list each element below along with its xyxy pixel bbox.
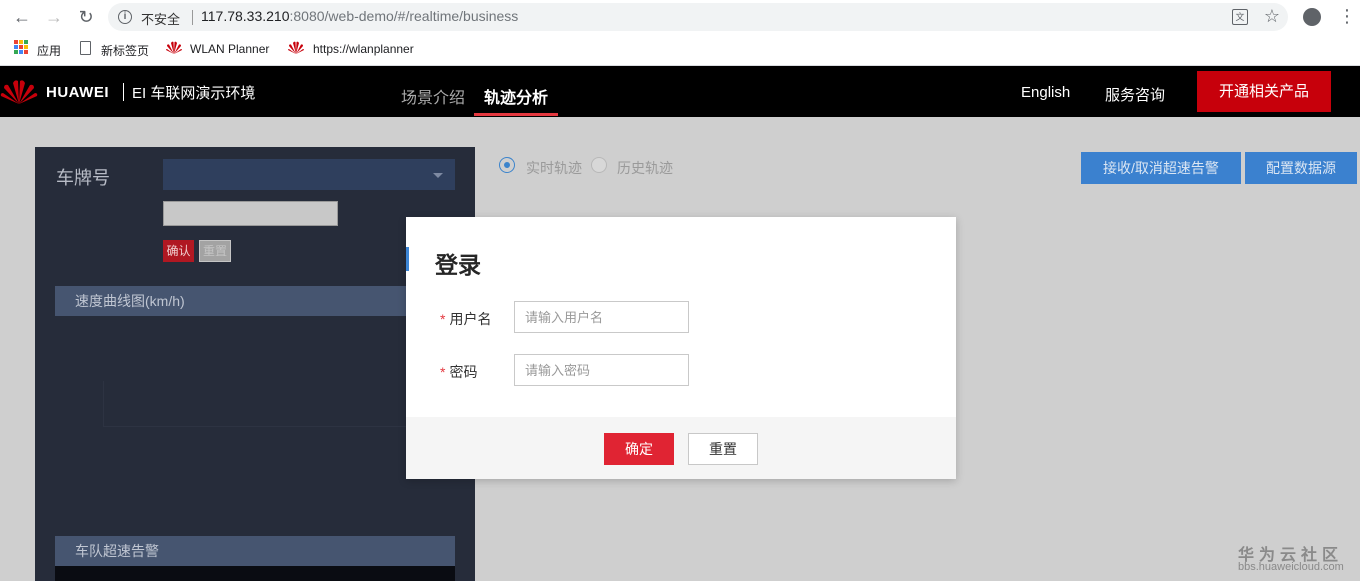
bookmark-wlanplanner-url[interactable]: https://wlanplanner	[313, 42, 414, 56]
reload-icon[interactable]: ↻	[74, 5, 98, 29]
url-path: :8080/web-demo/#/realtime/business	[289, 8, 519, 24]
history-radio[interactable]	[591, 157, 607, 173]
username-input[interactable]	[514, 301, 689, 333]
login-modal: 登录 *用户名 *密码 确定 重置	[406, 217, 956, 479]
forward-arrow-icon[interactable]: →	[42, 5, 66, 29]
bookmark-wlan-planner[interactable]: WLAN Planner	[190, 42, 269, 56]
huawei-logo-icon	[0, 80, 38, 104]
huawei-favicon-icon	[166, 41, 182, 54]
nav-track-analysis[interactable]: 轨迹分析	[484, 84, 548, 108]
nav-scene-intro[interactable]: 场景介绍	[401, 84, 465, 108]
toggle-speed-alarm-button[interactable]: 接收/取消超速告警	[1081, 152, 1241, 184]
required-asterisk: *	[440, 364, 446, 380]
history-label: 历史轨迹	[617, 160, 673, 176]
brand-divider	[123, 83, 124, 101]
active-tab-underline	[474, 113, 558, 116]
browser-menu-icon[interactable]: ⋮	[1338, 5, 1356, 27]
plate-confirm-button[interactable]: 确认	[163, 240, 194, 262]
english-link[interactable]: English	[1021, 84, 1070, 101]
required-asterisk: *	[440, 311, 446, 327]
translate-icon[interactable]: 文	[1232, 9, 1248, 25]
apps-grid-icon[interactable]	[14, 40, 28, 54]
plate-reset-button[interactable]: 重置	[199, 240, 231, 262]
huawei-favicon-icon	[288, 41, 304, 54]
new-tab-page-icon	[80, 41, 91, 55]
modal-accent-bar	[406, 247, 409, 271]
fleet-alarm-list	[55, 566, 455, 581]
bookmark-new-tab[interactable]: 新标签页	[101, 42, 149, 59]
username-label: * 用户名	[440, 309, 491, 329]
app-header: HUAWEI EI 车联网演示环境 场景介绍 轨迹分析 English 服务咨询…	[0, 66, 1360, 117]
bookmark-star-icon[interactable]: ☆	[1264, 6, 1280, 27]
url-host: 117.78.33.210	[201, 8, 290, 24]
realtime-radio[interactable]	[499, 157, 515, 173]
plate-number-label: 车牌号	[56, 168, 110, 188]
plate-number-input[interactable]	[163, 201, 338, 226]
modal-title: 登录	[435, 252, 481, 278]
chevron-down-icon	[433, 173, 443, 178]
insecure-label: 不安全	[141, 12, 181, 27]
speed-chart-area	[103, 381, 413, 427]
fleet-alarm-header: 车队超速告警	[55, 536, 455, 566]
bookmark-apps[interactable]: 应用	[37, 42, 61, 59]
address-separator	[192, 10, 193, 25]
brand-name: HUAWEI	[46, 84, 109, 101]
password-label-text: 密码	[449, 364, 478, 380]
back-arrow-icon[interactable]: ←	[10, 5, 34, 29]
watermark-url: bbs.huaweicloud.com	[1238, 561, 1344, 573]
address-bar[interactable]: i 不安全 117.78.33.210:8080/web-demo/#/real…	[108, 3, 1288, 31]
speed-chart-header: 速度曲线图(km/h)	[55, 286, 455, 316]
profile-avatar-icon[interactable]	[1303, 8, 1321, 26]
info-icon[interactable]: i	[118, 10, 132, 24]
plate-number-select[interactable]	[163, 159, 455, 190]
config-data-source-button[interactable]: 配置数据源	[1245, 152, 1357, 184]
password-label: * 密码	[440, 362, 477, 382]
open-products-button[interactable]: 开通相关产品	[1197, 71, 1331, 112]
consult-link[interactable]: 服务咨询	[1105, 84, 1165, 105]
realtime-label: 实时轨迹	[526, 160, 582, 176]
brand-subtitle: EI 车联网演示环境	[132, 85, 256, 102]
modal-footer: 确定 重置	[406, 417, 956, 479]
browser-toolbar: ← → ↻ i 不安全 117.78.33.210:8080/web-demo/…	[0, 0, 1360, 34]
password-input[interactable]	[514, 354, 689, 386]
url-text[interactable]: 117.78.33.210:8080/web-demo/#/realtime/b…	[201, 8, 518, 24]
login-reset-button[interactable]: 重置	[688, 433, 758, 465]
login-confirm-button[interactable]: 确定	[604, 433, 674, 465]
username-label-text: 用户名	[449, 311, 492, 327]
